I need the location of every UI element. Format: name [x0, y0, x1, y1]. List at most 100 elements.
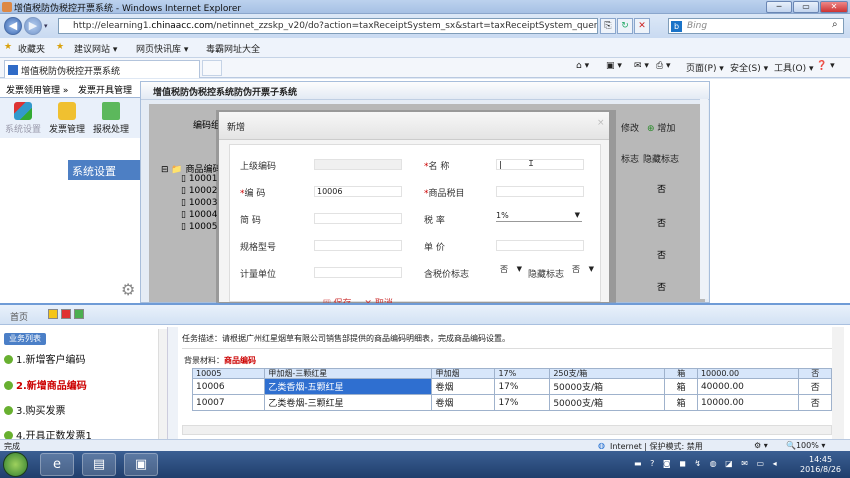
- yellow-square-icon[interactable]: [48, 309, 58, 319]
- command-bar: ⌂ ▾ ▣ ▾ ✉ ▾ ⎙ ▾ 页面(P) ▾ 安全(S) ▾ 工具(O) ▾ …: [576, 58, 850, 78]
- minimize-button[interactable]: ─: [766, 1, 792, 13]
- safety-menu[interactable]: 安全(S) ▾: [730, 61, 768, 74]
- table-cell: 乙类卷烟-三颗红星: [264, 394, 433, 411]
- menu-invoice-issue[interactable]: 发票开具管理: [78, 83, 132, 96]
- new-tab-button[interactable]: [202, 60, 222, 76]
- fav-link-webslice[interactable]: 网页快讯库 ▾: [136, 42, 188, 55]
- tree-node[interactable]: ▯ 10003: [181, 198, 217, 208]
- help-menu[interactable]: ❓ ▾: [816, 61, 835, 71]
- table-cell: 否: [798, 378, 832, 395]
- tree-node[interactable]: ▯ 10005: [181, 222, 217, 232]
- tray-icons[interactable]: ▬ ? ◙ ◼ ↯ ◍ ◪ ✉ ▭ ◂: [634, 459, 780, 468]
- tutorial-vscrollbar[interactable]: [832, 327, 844, 439]
- home-icon[interactable]: ⌂ ▾: [576, 61, 589, 71]
- task-list-scrollbar[interactable]: [158, 329, 167, 439]
- forward-icon[interactable]: ▶: [24, 17, 42, 35]
- model-field[interactable]: [314, 240, 402, 251]
- task-item-active[interactable]: 2.新增商品编码: [4, 377, 87, 392]
- fav-link-duba[interactable]: 毒霸网址大全: [206, 42, 260, 55]
- compat-view-icon[interactable]: ⎘: [600, 18, 616, 34]
- chevron-down-icon: ▼: [516, 265, 522, 273]
- panel-scrollbar[interactable]: [700, 99, 708, 299]
- dialog-title: 新增: [219, 112, 609, 140]
- table-cell: 否: [798, 368, 832, 379]
- task-label: 1.新增客户编码: [16, 355, 86, 366]
- tool-system-settings[interactable]: 系统设置: [4, 102, 42, 135]
- history-dropdown-icon[interactable]: ▾: [44, 22, 48, 30]
- refresh-icon[interactable]: ↻: [617, 18, 633, 34]
- stop-icon[interactable]: ✕: [634, 18, 650, 34]
- gear-icon[interactable]: ⚙: [121, 280, 139, 299]
- tab-title: 增值税防伪税控开票系统: [21, 67, 121, 77]
- fav-link-suggested[interactable]: 建议网站 ▾: [74, 42, 117, 55]
- page-menu[interactable]: 页面(P) ▾: [686, 61, 724, 74]
- unit-field[interactable]: [314, 267, 402, 278]
- url-path: /netinnet_zzskp_v20/do?action=taxReceipt…: [213, 21, 598, 31]
- panel-splitter[interactable]: [168, 327, 178, 439]
- tools-menu[interactable]: 工具(O) ▾: [774, 61, 814, 74]
- parent-code-field[interactable]: [314, 159, 402, 170]
- table-cell: 50000支/箱: [549, 394, 666, 411]
- task-label: 4.开具正数发票1: [16, 431, 92, 439]
- maximize-button[interactable]: ▭: [793, 1, 819, 13]
- lock-icon: [58, 102, 76, 120]
- task-item[interactable]: 3.购买发票: [4, 402, 66, 417]
- tutorial-tabbar: 首页: [0, 305, 850, 325]
- address-input[interactable]: http://elearning1.chinaacc.com/netinnet_…: [58, 18, 598, 34]
- green-square-icon[interactable]: [74, 309, 84, 319]
- hidden-flag-value: 否: [572, 265, 580, 274]
- col-header-flag: 标志: [621, 155, 640, 165]
- dialog-close-button[interactable]: ×: [597, 118, 605, 128]
- mail-icon[interactable]: ✉ ▾: [634, 61, 649, 71]
- search-icon[interactable]: ⌕: [832, 19, 838, 30]
- explorer-taskbar-icon[interactable]: ▤: [82, 453, 116, 476]
- home-tab[interactable]: 首页: [10, 310, 28, 323]
- back-icon[interactable]: ◀: [4, 17, 22, 35]
- tax-item-field[interactable]: [496, 186, 584, 197]
- tool-tax-filing[interactable]: 报税处理: [92, 102, 130, 135]
- text-cursor-icon: Ｉ: [527, 159, 535, 168]
- table-cell: 50000支/箱: [549, 378, 666, 395]
- task-list-header: 业务列表: [4, 333, 46, 345]
- window-titlebar: 增值税防伪税控开票系统 - Windows Internet Explorer …: [0, 0, 850, 14]
- menu-invoice-receive[interactable]: 发票领用管理 »: [6, 83, 68, 96]
- dialog-form: 上级编码 *名 称 | Ｉ *编 码 10006 *商品税目 简 码 税 率 1%…: [229, 144, 601, 302]
- tool-invoice-management[interactable]: 发票管理: [48, 102, 86, 135]
- short-code-field[interactable]: [314, 213, 402, 224]
- feeds-icon[interactable]: ▣ ▾: [606, 61, 622, 71]
- tree-node[interactable]: ▯ 10001: [181, 174, 217, 184]
- start-button[interactable]: [3, 452, 28, 477]
- red-square-icon[interactable]: [61, 309, 71, 319]
- add-button[interactable]: ⊕ 增加: [647, 121, 675, 134]
- tree-node[interactable]: ▯ 10002: [181, 186, 217, 196]
- print-icon[interactable]: ⎙ ▾: [656, 61, 671, 71]
- presentation-taskbar-icon[interactable]: ▣: [124, 453, 158, 476]
- search-input[interactable]: b Bing: [668, 18, 844, 34]
- table-cell: 卷烟: [431, 394, 496, 411]
- add-favorite-icon[interactable]: ★: [56, 42, 64, 52]
- clock[interactable]: 14:45 2016/8/26: [800, 455, 841, 475]
- task-item[interactable]: 1.新增客户编码: [4, 351, 86, 366]
- unit-price-field[interactable]: [496, 240, 584, 251]
- tax-rate-select[interactable]: 1% ▼: [496, 211, 582, 222]
- modify-button[interactable]: 修改: [621, 121, 639, 134]
- hidden-flag-select[interactable]: 否 ▼: [572, 265, 596, 276]
- code-label: *编 码: [240, 189, 266, 199]
- table-hscrollbar[interactable]: [182, 425, 832, 435]
- favorites-button[interactable]: 收藏夹: [18, 42, 45, 55]
- task-item[interactable]: 4.开具正数发票1: [4, 427, 92, 439]
- close-window-button[interactable]: ✕: [820, 1, 848, 13]
- zoom-control[interactable]: 🔍100% ▾: [786, 441, 825, 450]
- tree-node-label: 10001: [188, 174, 218, 184]
- tax-incl-select[interactable]: 否 ▼: [500, 265, 524, 276]
- code-field[interactable]: 10006: [314, 186, 402, 197]
- table-row: 10005 甲加烟-三颗红星 甲加烟 17% 250支/箱 箱 10000.00…: [191, 368, 832, 379]
- browser-tab[interactable]: 增值税防伪税控开票系统: [4, 60, 200, 78]
- status-tools-icon[interactable]: ⚙ ▾: [754, 441, 768, 450]
- table-cell: 17%: [494, 378, 551, 395]
- bg-label: 背景材料：: [184, 356, 224, 365]
- ie-taskbar-icon[interactable]: e: [40, 453, 74, 476]
- name-field[interactable]: | Ｉ: [496, 159, 584, 170]
- tree-node[interactable]: ▯ 10004: [181, 210, 217, 220]
- tool-label: 发票管理: [48, 125, 85, 135]
